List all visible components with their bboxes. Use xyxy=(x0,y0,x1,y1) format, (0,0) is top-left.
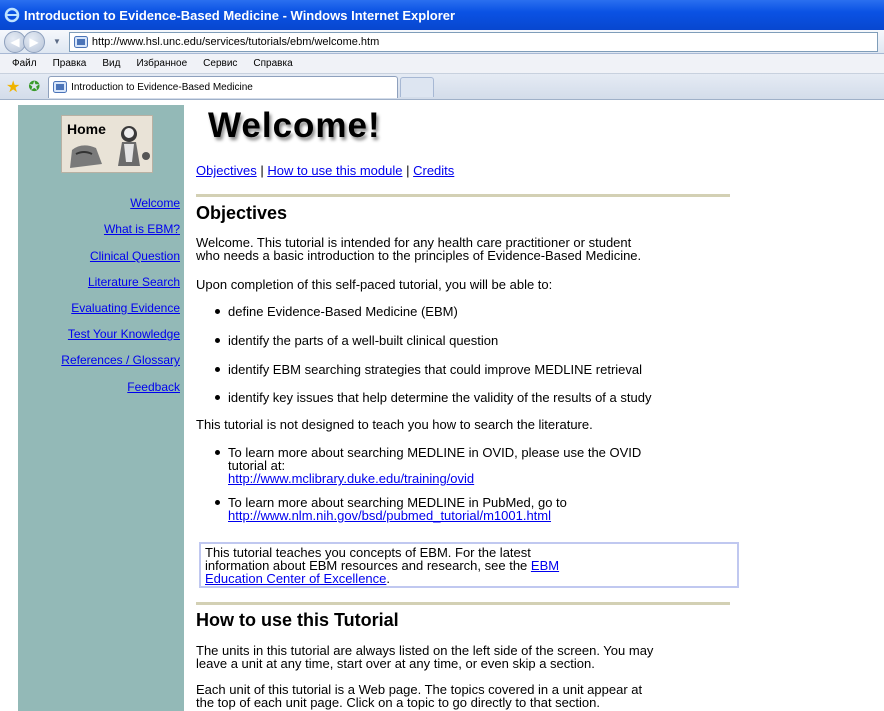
sidebar-item-test-your-knowledge[interactable]: Test Your Knowledge xyxy=(68,327,180,341)
forward-arrow-icon[interactable]: ▶ xyxy=(23,30,45,53)
internet-explorer-icon xyxy=(4,7,20,23)
window-titlebar: Introduction to Evidence-Based Medicine … xyxy=(0,0,884,30)
ovid-text: To learn more about searching MEDLINE in… xyxy=(228,445,642,460)
howto-text-line: the top of each unit page. Click on a to… xyxy=(196,695,600,710)
link-objectives[interactable]: Objectives xyxy=(196,163,257,178)
not-designed-text: This tutorial is not designed to teach y… xyxy=(196,417,593,432)
window-title: Introduction to Evidence-Based Medicine … xyxy=(24,7,456,23)
menu-view[interactable]: Вид xyxy=(98,58,124,69)
menu-help[interactable]: Справка xyxy=(249,58,296,69)
sidebar: Home Welcome What is EBM? Clinical Quest… xyxy=(18,105,184,711)
tab-page-icon xyxy=(53,81,68,93)
section-links: Objectives | How to use this module | Cr… xyxy=(196,163,454,178)
intro-text-line: who needs a basic introduction to the pr… xyxy=(196,248,642,263)
sidebar-item-evaluating-evidence[interactable]: Evaluating Evidence xyxy=(71,301,180,315)
page-icon xyxy=(73,35,88,48)
objectives-heading: Objectives xyxy=(196,203,288,223)
menu-tools[interactable]: Сервис xyxy=(199,58,241,69)
completion-text: Upon completion of this self-paced tutor… xyxy=(196,277,553,292)
menu-favorites[interactable]: Избранное xyxy=(132,58,191,69)
objective-item: identify key issues that help determine … xyxy=(215,391,858,404)
menu-edit[interactable]: Правка xyxy=(49,58,91,69)
new-tab-button[interactable] xyxy=(400,76,435,97)
divider xyxy=(196,194,730,197)
ebm-center-link[interactable]: EBM xyxy=(531,558,559,573)
tab-label: Introduction to Evidence-Based Medicine xyxy=(71,81,253,93)
sidebar-item-clinical-question[interactable]: Clinical Question xyxy=(90,249,180,263)
home-label: Home xyxy=(67,121,106,137)
how-to-use-heading: How to use this Tutorial xyxy=(196,610,399,630)
link-how-to-use[interactable]: How to use this module xyxy=(267,163,402,178)
howto-text-line: leave a unit at any time, start over at … xyxy=(196,656,595,671)
sidebar-item-literature-search[interactable]: Literature Search xyxy=(88,275,180,289)
objective-item: identify EBM searching strategies that c… xyxy=(215,363,858,376)
pubmed-link[interactable]: http://www.nlm.nih.gov/bsd/pubmed_tutori… xyxy=(228,508,551,523)
link-separator: | xyxy=(406,163,410,178)
favorites-star-icon[interactable]: ★ xyxy=(6,77,20,97)
address-bar: ◀ ▶ ▼ http://www.hsl.unc.edu/services/tu… xyxy=(0,30,884,54)
sidebar-item-welcome[interactable]: Welcome xyxy=(130,196,180,210)
page-title: Welcome! xyxy=(208,106,381,145)
url-input[interactable]: http://www.hsl.unc.edu/services/tutorial… xyxy=(68,31,878,52)
add-favorites-icon[interactable]: ✪ xyxy=(28,78,40,95)
page-content: Home Welcome What is EBM? Clinical Quest… xyxy=(0,100,884,711)
main-content: Welcome! Objectives | How to use this mo… xyxy=(196,100,876,711)
home-button[interactable]: Home xyxy=(61,115,153,173)
objective-item: define Evidence-Based Medicine (EBM) xyxy=(215,305,858,318)
sidebar-item-what-is-ebm[interactable]: What is EBM? xyxy=(104,222,180,236)
link-separator: | xyxy=(260,163,264,178)
objective-item: identify the parts of a well-built clini… xyxy=(215,334,858,347)
divider xyxy=(196,602,730,605)
callout-period: . xyxy=(386,571,391,586)
link-credits[interactable]: Credits xyxy=(413,163,454,178)
pubmed-item: To learn more about searching MEDLINE in… xyxy=(215,496,858,523)
menu-file[interactable]: Файл xyxy=(8,58,41,69)
tab-active[interactable]: Introduction to Evidence-Based Medicine xyxy=(48,75,399,98)
sidebar-item-references-glossary[interactable]: References / Glossary xyxy=(61,353,180,367)
history-dropdown-icon[interactable]: ▼ xyxy=(53,37,61,46)
tab-bar: ★ ✪ Introduction to Evidence-Based Medic… xyxy=(0,74,884,100)
menu-bar: Файл Правка Вид Избранное Сервис Справка xyxy=(0,54,884,74)
ovid-item: To learn more about searching MEDLINE in… xyxy=(215,445,858,486)
ebm-callout-box: This tutorial teaches you concepts of EB… xyxy=(199,542,739,588)
url-text: http://www.hsl.unc.edu/services/tutorial… xyxy=(91,35,380,48)
ovid-link[interactable]: http://www.mclibrary.duke.edu/training/o… xyxy=(228,471,474,486)
sidebar-item-feedback[interactable]: Feedback xyxy=(127,380,180,394)
ebm-center-link[interactable]: Education Center of Excellence xyxy=(205,571,386,586)
